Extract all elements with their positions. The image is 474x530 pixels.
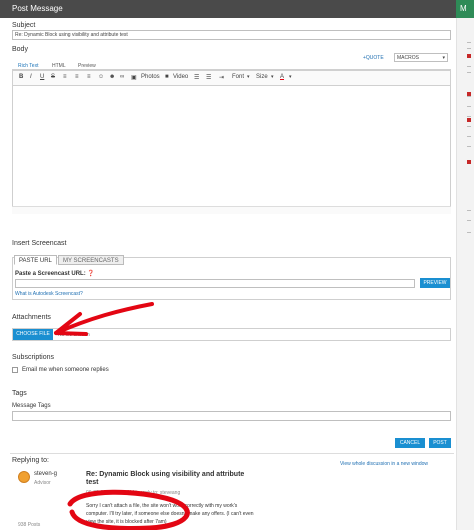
red-annotation-overlay: [54, 302, 190, 530]
red-circle-annotation: [67, 489, 190, 530]
red-arrow-annotation: [54, 302, 154, 335]
